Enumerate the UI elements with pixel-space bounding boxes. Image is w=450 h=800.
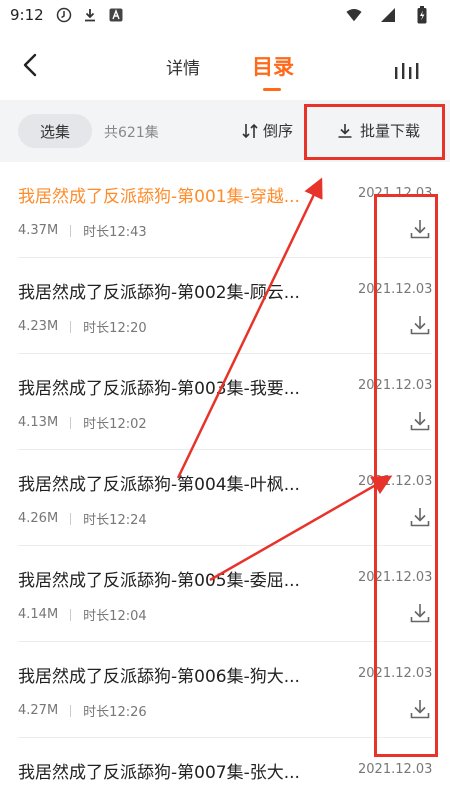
episode-meta: 4.27M 时长12:26: [18, 701, 147, 720]
episode-title: 我居然成了反派舔狗-第005集-委屈...: [18, 571, 300, 591]
meta-divider: [70, 224, 72, 237]
reverse-order-label: 倒序: [263, 122, 294, 140]
tab-catalog[interactable]: 目录: [252, 51, 294, 81]
select-episodes-button[interactable]: 选集: [18, 114, 92, 148]
episode-duration: 时长12:02: [83, 417, 147, 432]
episode-size: 4.14M: [18, 607, 59, 622]
episode-size: 4.13M: [18, 415, 59, 430]
meta-divider: [70, 608, 72, 621]
meta-divider: [70, 320, 72, 333]
episode-date: 2021.12.03: [358, 762, 433, 777]
status-time: 9:12: [10, 6, 44, 24]
episode-title: 我居然成了反派舔狗-第007集-张大...: [18, 763, 300, 783]
tab-detail[interactable]: 详情: [166, 54, 200, 79]
episode-duration: 时长12:43: [83, 225, 147, 240]
back-button[interactable]: [18, 52, 44, 78]
episode-size: 4.23M: [18, 319, 59, 334]
batch-download-highlight-box: [304, 104, 445, 160]
episode-duration: 时长12:20: [83, 321, 147, 336]
episode-meta: 4.13M 时长12:02: [18, 413, 147, 432]
episode-total-count: 共621集: [104, 125, 159, 141]
episode-title: 我居然成了反派舔狗-第006集-狗大...: [18, 667, 300, 687]
active-tab-indicator: [263, 88, 281, 91]
episode-meta: 4.23M 时长12:20: [18, 317, 147, 336]
episode-title: 我居然成了反派舔狗-第001集-穿越...: [18, 187, 300, 207]
reverse-order-button[interactable]: 倒序: [241, 120, 293, 141]
meta-divider: [70, 416, 72, 429]
episode-size: 4.37M: [18, 223, 59, 238]
episode-duration: 时长12:04: [83, 609, 147, 624]
media-icon: [56, 7, 72, 23]
episode-size: 4.26M: [18, 511, 59, 526]
episode-duration: 时长12:26: [83, 705, 147, 720]
bars-icon: [395, 63, 419, 79]
episode-title: 我居然成了反派舔狗-第004集-叶枫...: [18, 475, 300, 495]
download-icons-highlight-box: [374, 194, 438, 757]
wifi-icon: [346, 7, 362, 23]
header: 详情 目录: [0, 30, 450, 100]
episode-meta: 4.14M 时长12:04: [18, 605, 147, 624]
meta-divider: [70, 704, 72, 717]
episode-meta: 4.26M 时长12:24: [18, 509, 147, 528]
playlist-bars-button[interactable]: [394, 58, 424, 80]
episode-title: 我居然成了反派舔狗-第002集-顾云...: [18, 283, 300, 303]
sort-icon: [242, 123, 258, 138]
a-badge-icon: [108, 7, 124, 23]
chevron-left-icon: [23, 53, 37, 77]
battery-icon: [414, 6, 430, 24]
meta-divider: [70, 512, 72, 525]
status-bar: 9:12: [0, 0, 450, 30]
episode-title: 我居然成了反派舔狗-第003集-我要...: [18, 379, 300, 399]
episode-duration: 时长12:24: [83, 513, 147, 528]
episode-meta: 4.37M 时长12:43: [18, 221, 147, 240]
signal-icon: [380, 7, 396, 23]
episode-size: 4.27M: [18, 703, 59, 718]
download-icon: [82, 7, 98, 23]
